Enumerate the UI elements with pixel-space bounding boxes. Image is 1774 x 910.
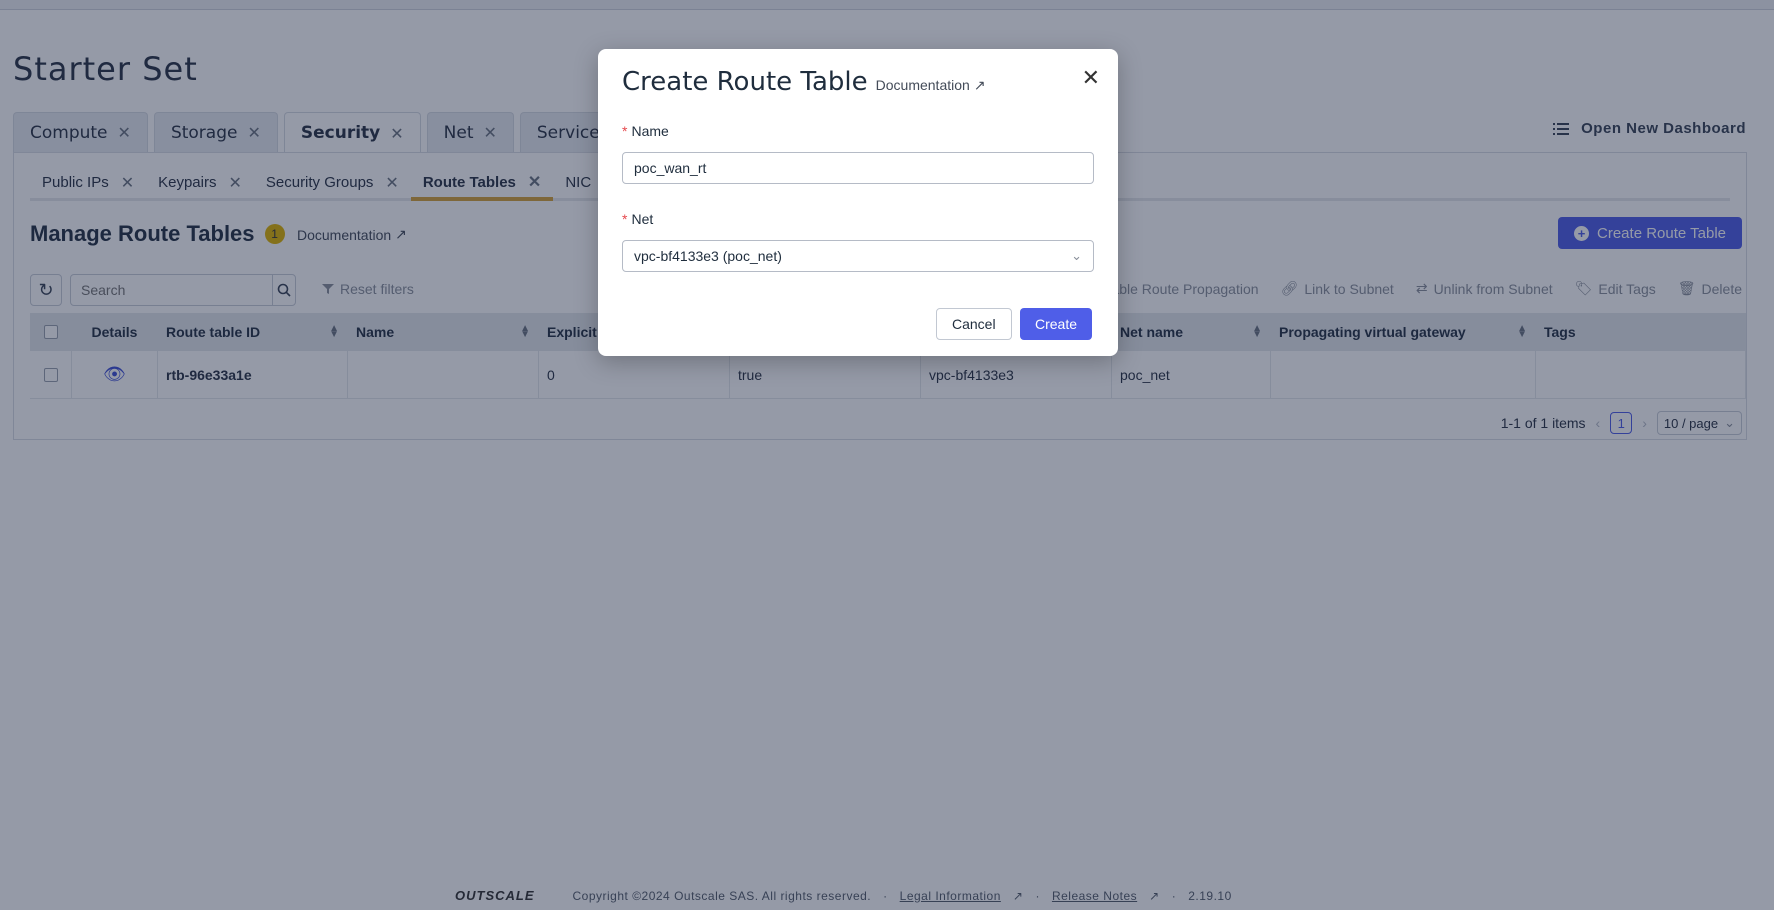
modal-title: Create Route Table Documentation ↗	[622, 67, 986, 97]
name-input[interactable]: poc_wan_rt	[622, 152, 1094, 184]
modal-documentation-link[interactable]: Documentation ↗	[876, 77, 986, 94]
create-route-table-modal: Create Route Table Documentation ↗ ✕ * Nam…	[598, 49, 1118, 356]
chevron-down-icon: ⌄	[1071, 248, 1082, 263]
name-label: * Name	[622, 123, 669, 139]
create-button[interactable]: Create	[1020, 308, 1093, 340]
external-link-icon: ↗	[973, 76, 986, 93]
cancel-button[interactable]: Cancel	[936, 308, 1012, 340]
close-icon[interactable]: ✕	[1082, 65, 1100, 91]
net-label: * Net	[622, 211, 654, 227]
net-select[interactable]: vpc-bf4133e3 (poc_net) ⌄	[622, 240, 1094, 272]
